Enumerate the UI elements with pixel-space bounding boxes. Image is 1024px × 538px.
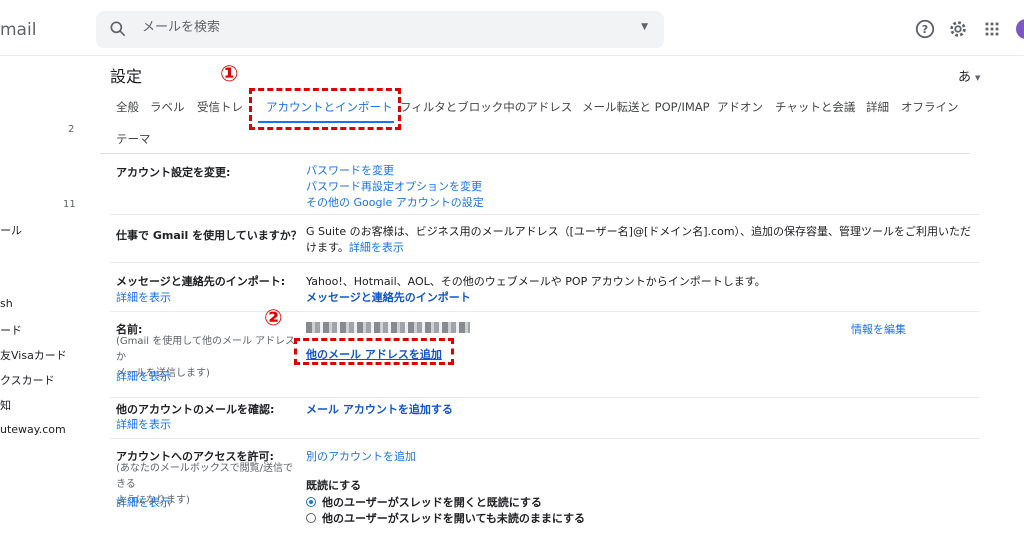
- radio-label: 他のユーザーがスレッドを開いても未読のままにする: [322, 512, 586, 525]
- add-another-account-link[interactable]: 別のアカウントを追加: [306, 448, 416, 464]
- search-icon[interactable]: [108, 19, 128, 39]
- tab-offline[interactable]: オフライン: [901, 99, 959, 115]
- sidebar-item[interactable]: クスカード: [0, 372, 55, 388]
- input-tools-button[interactable]: あ ▼: [958, 66, 980, 85]
- sidebar: 2 11 ール sh ード 友Visaカード クスカード 知 uteway.co…: [0, 57, 96, 538]
- gear-icon[interactable]: [947, 18, 969, 40]
- page-title: 設定: [110, 67, 143, 86]
- change-password-link[interactable]: パスワードを変更: [306, 162, 394, 178]
- help-icon[interactable]: ?: [914, 18, 936, 40]
- google-account-settings-link[interactable]: その他の Google アカウントの設定: [306, 194, 484, 210]
- tab-advanced[interactable]: 詳細: [866, 99, 889, 115]
- row-label: 仕事で Gmail を使用していますか？: [116, 229, 302, 242]
- import-description: Yahoo!、Hotmail、AOL、その他のウェブメールや POP アカウント…: [306, 275, 766, 288]
- sidebar-item[interactable]: ール: [0, 222, 22, 238]
- annotation-number-1: ①: [220, 62, 239, 87]
- tab-themes[interactable]: テーマ: [116, 131, 151, 147]
- radio-label: 他のユーザーがスレッドを開くと既読にする: [322, 496, 542, 509]
- tab-filters[interactable]: フィルタとブロック中のアドレス: [400, 99, 572, 115]
- gsuite-text: けます。: [306, 241, 349, 254]
- sidebar-item[interactable]: sh: [0, 297, 13, 310]
- settings-row-send-as: 名前: (Gmail を使用して他のメール アドレスか メールを送信します) 詳…: [110, 312, 980, 398]
- settings-row-check-mail: 他のアカウントのメールを確認: 詳細を表示 メール アカウントを追加する: [110, 398, 980, 439]
- tab-inbox[interactable]: 受信トレ: [197, 99, 243, 115]
- row-label: アカウント設定を変更:: [116, 166, 231, 179]
- radio-unselected-icon[interactable]: [306, 513, 316, 523]
- gsuite-learn-more-link[interactable]: 詳細を表示: [349, 241, 404, 254]
- sidebar-item[interactable]: 知: [0, 397, 11, 413]
- sidebar-count: 11: [63, 199, 76, 210]
- search-input[interactable]: [142, 20, 612, 35]
- annotation-box-2: [294, 338, 454, 365]
- mark-as-read-heading: 既読にする: [306, 479, 362, 492]
- learn-more-link[interactable]: 詳細を表示: [116, 368, 171, 384]
- change-recovery-link[interactable]: パスワード再設定オプションを変更: [306, 178, 482, 194]
- import-mail-contacts-link[interactable]: メッセージと連絡先のインポート: [306, 289, 471, 305]
- annotation-box-1: [249, 88, 401, 130]
- gsuite-text-line2: けます。詳細を表示: [306, 240, 978, 256]
- redacted-name-address: [306, 322, 470, 333]
- sidebar-item[interactable]: 友Visaカード: [0, 347, 67, 363]
- learn-more-link[interactable]: 詳細を表示: [116, 416, 171, 432]
- radio-selected-icon[interactable]: [306, 497, 316, 507]
- app-title[interactable]: mail: [0, 20, 36, 40]
- search-bar[interactable]: ▼: [96, 11, 664, 48]
- radio-mark-read[interactable]: 他のユーザーがスレッドを開くと既読にする: [306, 494, 542, 510]
- add-mail-account-link[interactable]: メール アカウントを追加する: [306, 401, 453, 417]
- tab-forwarding-pop-imap[interactable]: メール転送と POP/IMAP: [582, 99, 710, 115]
- sidebar-count: 2: [68, 124, 75, 135]
- sidebar-item[interactable]: ード: [0, 322, 22, 338]
- gsuite-description: G Suite のお客様は、ビジネス用のメールアドレス（[ユーザー名]@[ドメイ…: [306, 224, 978, 256]
- settings-row-grant-access: アカウントへのアクセスを許可: (あなたのメールボックスで閲覧/送信できる よう…: [110, 439, 980, 529]
- settings-row-import: メッセージと連絡先のインポート: 詳細を表示 Yahoo!、Hotmail、AO…: [110, 263, 980, 312]
- tab-addons[interactable]: アドオン: [717, 99, 763, 115]
- row-label: メッセージと連絡先のインポート:: [116, 275, 286, 288]
- sidebar-item[interactable]: uteway.com: [0, 423, 66, 436]
- gsuite-text-line: G Suite のお客様は、ビジネス用のメールアドレス（[ユーザー名]@[ドメイ…: [306, 225, 972, 238]
- annotation-number-2: ②: [264, 306, 283, 331]
- tab-labels[interactable]: ラベル: [150, 99, 185, 115]
- avatar[interactable]: [1016, 19, 1024, 39]
- radio-leave-unread[interactable]: 他のユーザーがスレッドを開いても未読のままにする: [306, 510, 585, 526]
- settings-row-account: アカウント設定を変更: パスワードを変更 パスワード再設定オプションを変更 その…: [110, 154, 980, 215]
- chevron-down-icon: ▼: [975, 73, 981, 82]
- input-tools-label: あ: [958, 70, 972, 85]
- search-options-caret-icon[interactable]: ▼: [641, 22, 648, 32]
- svg-text:?: ?: [922, 23, 928, 36]
- edit-info-link[interactable]: 情報を編集: [851, 321, 906, 337]
- row-sublabel-line: (あなたのメールボックスで閲覧/送信できる: [116, 463, 293, 490]
- learn-more-link[interactable]: 詳細を表示: [116, 289, 171, 305]
- tab-chat-meet[interactable]: チャットと会議: [775, 99, 855, 115]
- row-label: 他のアカウントのメールを確認:: [116, 403, 275, 416]
- tab-general[interactable]: 全般: [116, 99, 139, 115]
- settings-row-gsuite: 仕事で Gmail を使用していますか？ G Suite のお客様は、ビジネス用…: [110, 215, 980, 263]
- learn-more-link[interactable]: 詳細を表示: [116, 494, 171, 510]
- top-bar: mail ▼ ?: [0, 0, 1024, 56]
- row-sublabel-line: (Gmail を使用して他のメール アドレスか: [116, 336, 296, 363]
- apps-grid-icon[interactable]: [981, 18, 1003, 40]
